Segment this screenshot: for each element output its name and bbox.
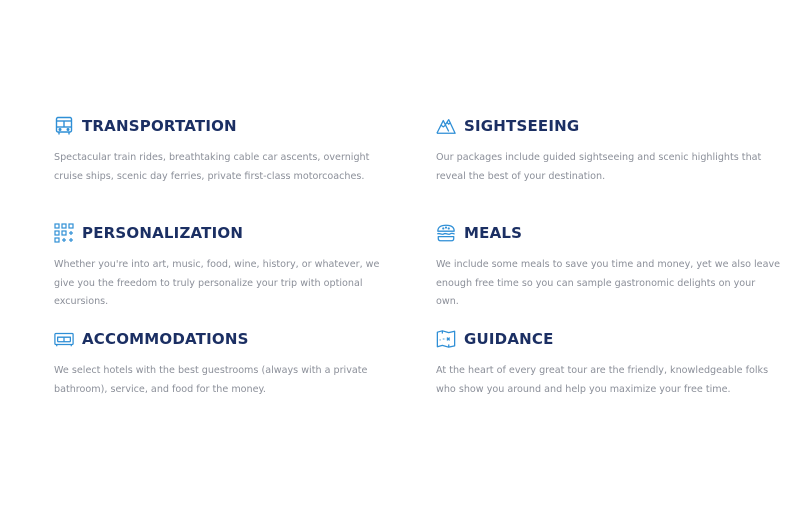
feature-meals: MEALS We include some meals to save you … bbox=[436, 222, 781, 312]
feature-description: Whether you're into art, music, food, wi… bbox=[54, 259, 380, 307]
mountains-icon bbox=[436, 116, 456, 136]
feature-title: SIGHTSEEING bbox=[464, 117, 580, 135]
feature-accommodations: ACCOMMODATIONS We select hotels with the… bbox=[54, 328, 399, 399]
feature-heading: PERSONALIZATION bbox=[54, 222, 399, 244]
feature-heading: GUIDANCE bbox=[436, 328, 781, 350]
feature-guidance: GUIDANCE At the heart of every great tou… bbox=[436, 328, 781, 399]
burger-icon bbox=[436, 223, 456, 243]
features-grid: TRANSPORTATION Spectacular train rides, … bbox=[0, 0, 800, 510]
feature-description: At the heart of every great tour are the… bbox=[436, 365, 769, 395]
feature-heading: ACCOMMODATIONS bbox=[54, 328, 399, 350]
feature-heading: TRANSPORTATION bbox=[54, 115, 399, 137]
grid-plus-icon bbox=[54, 223, 74, 243]
map-icon bbox=[436, 329, 456, 349]
feature-title: PERSONALIZATION bbox=[82, 224, 244, 242]
feature-sightseeing: SIGHTSEEING Our packages include guided … bbox=[436, 115, 781, 186]
sofa-icon bbox=[54, 329, 74, 349]
feature-personalization: PERSONALIZATION Whether you're into art,… bbox=[54, 222, 399, 312]
feature-title: MEALS bbox=[464, 224, 523, 242]
feature-description: We include some meals to save you time a… bbox=[436, 259, 781, 307]
bus-icon bbox=[54, 116, 74, 136]
feature-description: Our packages include guided sightseeing … bbox=[436, 152, 762, 182]
feature-title: TRANSPORTATION bbox=[82, 117, 237, 135]
feature-transportation: TRANSPORTATION Spectacular train rides, … bbox=[54, 115, 399, 186]
feature-description: Spectacular train rides, breathtaking ca… bbox=[54, 152, 370, 182]
feature-heading: MEALS bbox=[436, 222, 781, 244]
feature-heading: SIGHTSEEING bbox=[436, 115, 781, 137]
feature-title: GUIDANCE bbox=[464, 330, 554, 348]
feature-title: ACCOMMODATIONS bbox=[82, 330, 249, 348]
feature-description: We select hotels with the best guestroom… bbox=[54, 365, 368, 395]
